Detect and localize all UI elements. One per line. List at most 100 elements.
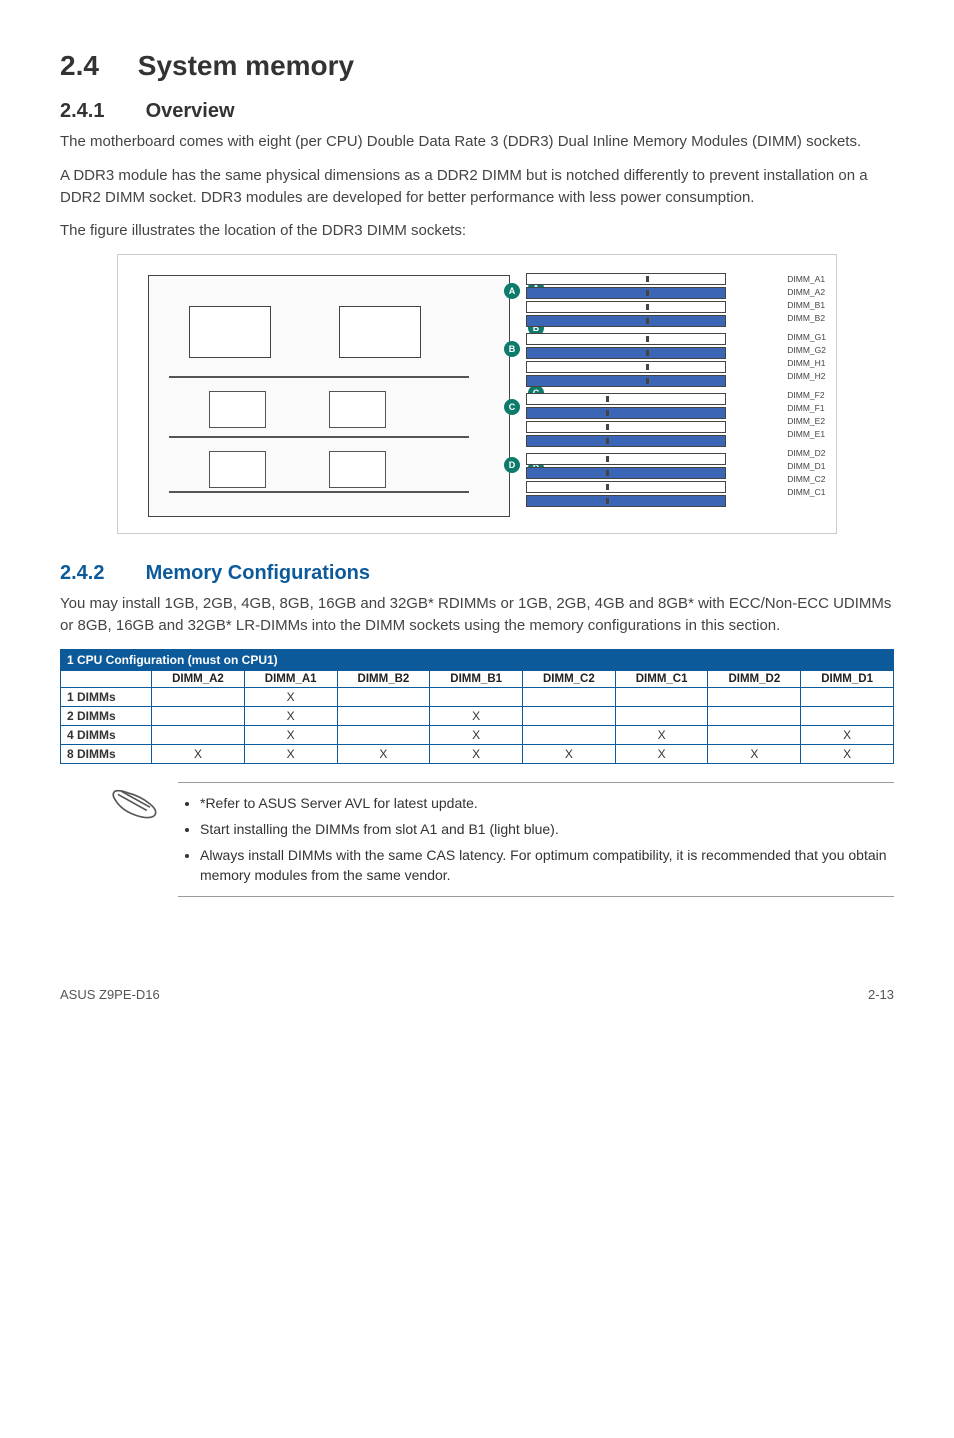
callout-badge: A bbox=[504, 283, 520, 299]
table-cell bbox=[801, 687, 894, 706]
col-header: DIMM_A2 bbox=[152, 670, 245, 687]
cpu1-config-table: 1 CPU Configuration (must on CPU1) DIMM_… bbox=[60, 649, 894, 764]
table-cell bbox=[801, 706, 894, 725]
dimm-label: DIMM_H1 bbox=[787, 357, 826, 370]
dimm-label: DIMM_G2 bbox=[787, 344, 826, 357]
table-cell bbox=[152, 687, 245, 706]
table-cell bbox=[615, 706, 708, 725]
subsection-2-title: Memory Configurations bbox=[146, 562, 370, 584]
table-row: 4 DIMMs X X X X bbox=[61, 725, 894, 744]
dimm-label: DIMM_D2 bbox=[787, 447, 826, 460]
table-cell bbox=[152, 706, 245, 725]
row-label: 1 DIMMs bbox=[61, 687, 152, 706]
dimm-label: DIMM_C1 bbox=[787, 486, 826, 499]
row-label: 4 DIMMs bbox=[61, 725, 152, 744]
page-footer: ASUS Z9PE-D16 2-13 bbox=[60, 987, 894, 1002]
table-cell bbox=[708, 706, 801, 725]
table-cell bbox=[337, 706, 430, 725]
table-cell: X bbox=[337, 744, 430, 763]
chip-icon bbox=[329, 391, 386, 428]
note-item: Start installing the DIMMs from slot A1 … bbox=[200, 819, 890, 839]
table-corner bbox=[61, 670, 152, 687]
col-header: DIMM_D1 bbox=[801, 670, 894, 687]
dimm-label: DIMM_C2 bbox=[787, 473, 826, 486]
table-cell: X bbox=[244, 744, 337, 763]
subsection-1-number: 2.4.1 bbox=[60, 100, 140, 123]
cpu-socket-icon bbox=[339, 306, 421, 358]
dimm-label: DIMM_D1 bbox=[787, 460, 826, 473]
dimm-label: DIMM_B2 bbox=[787, 312, 826, 325]
motherboard-outline bbox=[148, 275, 510, 517]
section-title-text: System memory bbox=[138, 50, 354, 81]
table-cell: X bbox=[523, 744, 616, 763]
table-cell: X bbox=[708, 744, 801, 763]
row-label: 8 DIMMs bbox=[61, 744, 152, 763]
callout-badge: D bbox=[504, 457, 520, 473]
table-cell: X bbox=[615, 725, 708, 744]
table-cell bbox=[337, 687, 430, 706]
table-cell: X bbox=[430, 744, 523, 763]
chip-icon bbox=[329, 451, 386, 488]
table-cell bbox=[523, 725, 616, 744]
table-cell: X bbox=[615, 744, 708, 763]
subsection-2-heading: 2.4.2 Memory Configurations bbox=[60, 562, 894, 585]
section-heading: 2.4 System memory bbox=[60, 50, 894, 82]
dimm-label: DIMM_A2 bbox=[787, 286, 826, 299]
dimm-label: DIMM_E2 bbox=[787, 415, 826, 428]
chip-icon bbox=[209, 391, 266, 428]
table-cell bbox=[523, 687, 616, 706]
note-item: Always install DIMMs with the same CAS l… bbox=[200, 845, 890, 886]
overview-p2: A DDR3 module has the same physical dime… bbox=[60, 165, 894, 209]
table-cell: X bbox=[244, 725, 337, 744]
col-header: DIMM_B1 bbox=[430, 670, 523, 687]
table-row: 1 DIMMs X bbox=[61, 687, 894, 706]
footer-right: 2-13 bbox=[868, 987, 894, 1002]
dimm-label: DIMM_F1 bbox=[787, 402, 826, 415]
overview-p3: The figure illustrates the location of t… bbox=[60, 220, 894, 242]
overview-p1: The motherboard comes with eight (per CP… bbox=[60, 131, 894, 153]
dimm-label: DIMM_E1 bbox=[787, 428, 826, 441]
note-item: *Refer to ASUS Server AVL for latest upd… bbox=[200, 793, 890, 813]
footer-left: ASUS Z9PE-D16 bbox=[60, 987, 160, 1002]
table-cell: X bbox=[430, 706, 523, 725]
chip-icon bbox=[209, 451, 266, 488]
dimm-label: DIMM_A1 bbox=[787, 273, 826, 286]
subsection-2-number: 2.4.2 bbox=[60, 562, 140, 585]
table-cell bbox=[152, 725, 245, 744]
note-box: *Refer to ASUS Server AVL for latest upd… bbox=[110, 782, 894, 897]
dimm-label: DIMM_H2 bbox=[787, 370, 826, 383]
table-cell: X bbox=[244, 687, 337, 706]
row-label: 2 DIMMs bbox=[61, 706, 152, 725]
dimm-label: DIMM_G1 bbox=[787, 331, 826, 344]
memconfig-p1: You may install 1GB, 2GB, 4GB, 8GB, 16GB… bbox=[60, 593, 894, 637]
table-row: 2 DIMMs X X bbox=[61, 706, 894, 725]
dimm-label: DIMM_F2 bbox=[787, 389, 826, 402]
table-cell: X bbox=[430, 725, 523, 744]
table-cell: X bbox=[244, 706, 337, 725]
dimm-label-column: DIMM_A1 DIMM_A2 DIMM_B1 DIMM_B2 DIMM_G1 … bbox=[787, 273, 826, 499]
table-cell: X bbox=[801, 725, 894, 744]
col-header: DIMM_D2 bbox=[708, 670, 801, 687]
table-row: 8 DIMMs X X X X X X X X bbox=[61, 744, 894, 763]
note-content: *Refer to ASUS Server AVL for latest upd… bbox=[178, 782, 894, 897]
table-title: 1 CPU Configuration (must on CPU1) bbox=[61, 649, 894, 670]
dimm-location-figure: A B C D A B C bbox=[117, 254, 837, 534]
slot-line-icon bbox=[169, 436, 469, 438]
col-header: DIMM_C1 bbox=[615, 670, 708, 687]
col-header: DIMM_C2 bbox=[523, 670, 616, 687]
table-cell bbox=[337, 725, 430, 744]
table-cell bbox=[708, 725, 801, 744]
table-cell: X bbox=[801, 744, 894, 763]
cpu-socket-icon bbox=[189, 306, 271, 358]
table-cell bbox=[430, 687, 523, 706]
table-cell bbox=[523, 706, 616, 725]
dimm-detail-groups: A B C D bbox=[526, 273, 726, 513]
col-header: DIMM_A1 bbox=[244, 670, 337, 687]
table-cell bbox=[615, 687, 708, 706]
dimm-label: DIMM_B1 bbox=[787, 299, 826, 312]
table-cell bbox=[708, 687, 801, 706]
callout-badge: B bbox=[504, 341, 520, 357]
callout-badge: C bbox=[504, 399, 520, 415]
col-header: DIMM_B2 bbox=[337, 670, 430, 687]
slot-line-icon bbox=[169, 376, 469, 378]
